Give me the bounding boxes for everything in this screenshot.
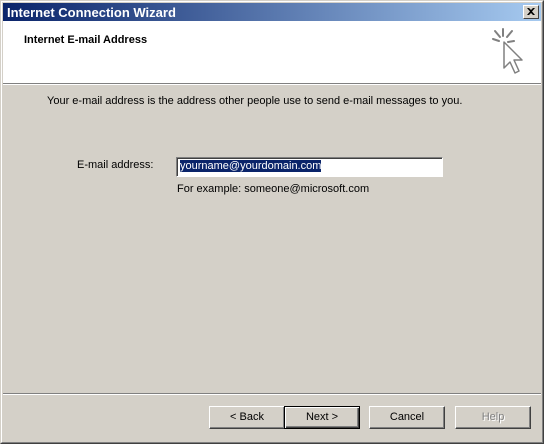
close-button[interactable] [523,5,539,19]
footer-divider-highlight [3,394,541,395]
description-text: Your e-mail address is the address other… [47,95,463,107]
cancel-button[interactable]: Cancel [369,406,445,429]
email-address-input[interactable]: yourname@yourdomain.com [176,157,443,177]
help-button[interactable]: Help [455,406,531,429]
wizard-header: Internet E-mail Address [3,21,541,83]
header-divider-highlight [3,84,541,85]
email-value: yourname@yourdomain.com [180,160,322,172]
back-button[interactable]: < Back [209,406,285,429]
wizard-cursor-icon [492,28,523,74]
next-button[interactable]: Next > [284,406,360,429]
email-example-text: For example: someone@microsoft.com [177,183,370,195]
title-bar[interactable]: Internet Connection Wizard [3,3,541,21]
page-title: Internet E-mail Address [24,34,148,46]
wizard-window: Internet Connection Wizard Internet E-ma… [0,0,544,444]
email-label: E-mail address: [77,159,154,171]
close-icon [527,8,535,15]
window-title: Internet Connection Wizard [7,5,176,20]
